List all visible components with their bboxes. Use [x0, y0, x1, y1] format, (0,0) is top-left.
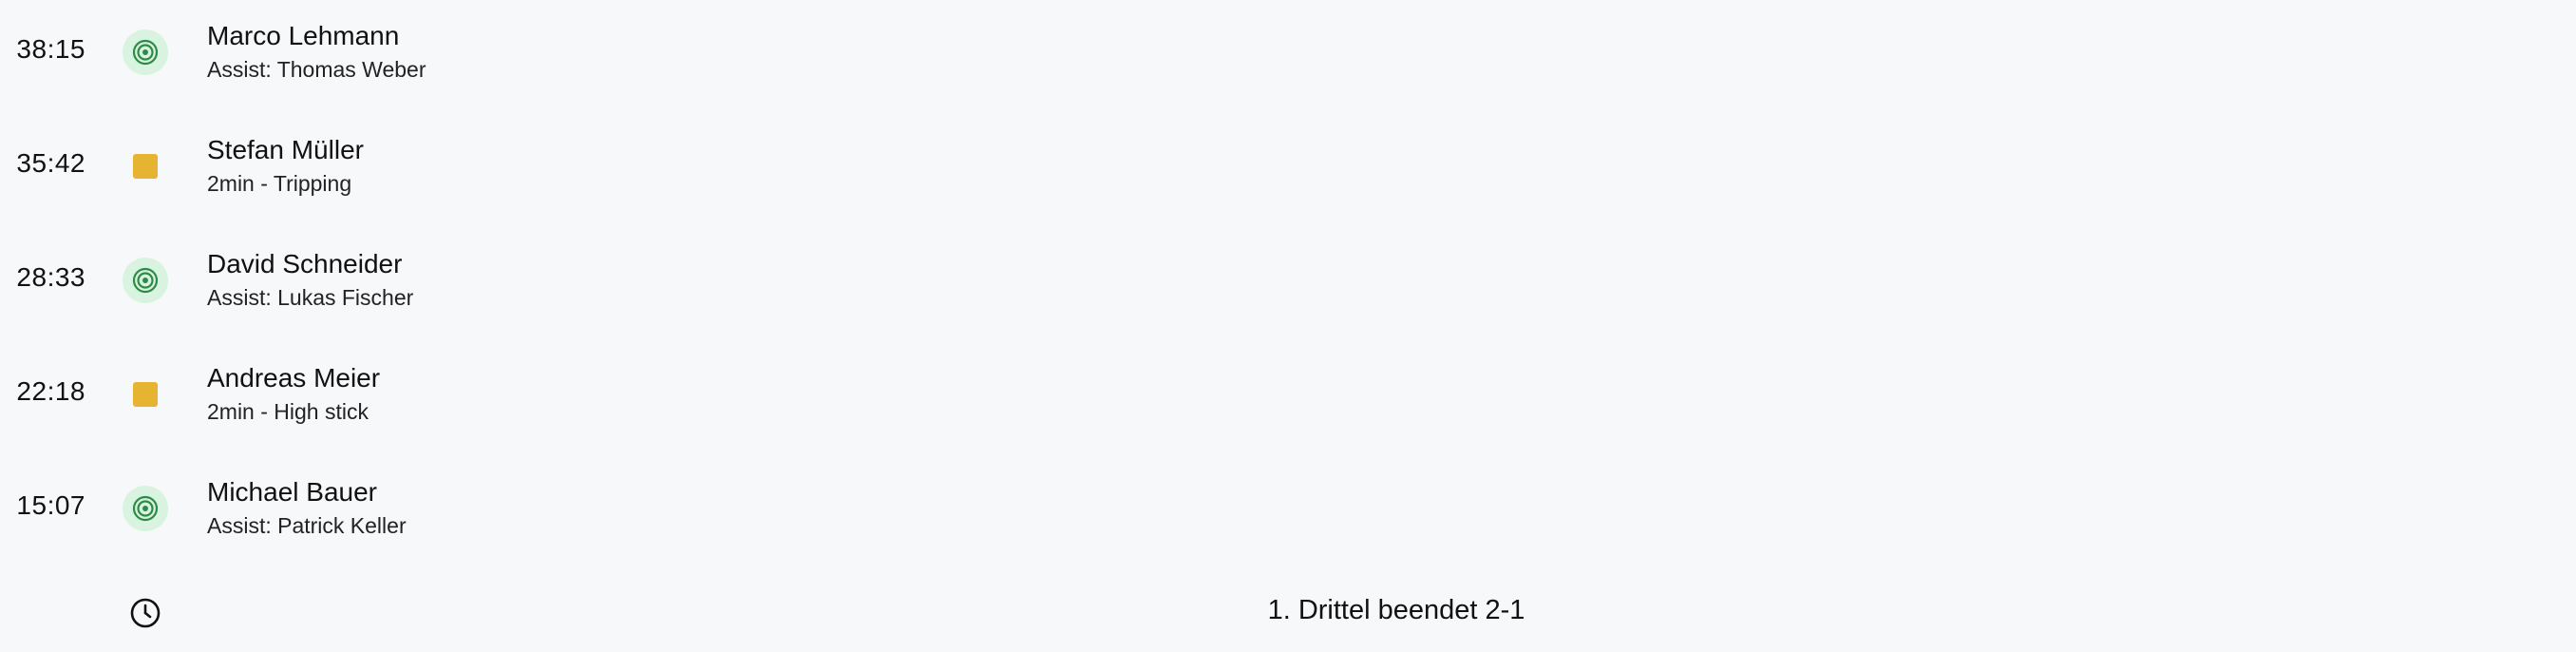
event-detail: Assist: Thomas Weber: [207, 57, 426, 82]
timeline-event-penalty: 35:42 Stefan Müller 2min - Tripping: [0, 116, 2576, 211]
player-name: David Schneider: [207, 249, 403, 278]
goal-target-icon: [122, 257, 169, 304]
timeline-event-goal: 38:15 Marco Lehmann Assist: Thomas Weber: [0, 2, 2576, 97]
event-time: 15:07: [16, 490, 85, 520]
player-name: Stefan Müller: [207, 135, 364, 164]
event-timeline: 38:15 Marco Lehmann Assist: Thomas Weber…: [0, 0, 2576, 652]
event-time: 35:42: [16, 148, 85, 178]
event-detail: Assist: Lukas Fischer: [207, 285, 414, 310]
player-name: Marco Lehmann: [207, 21, 400, 50]
event-detail: 2min - High stick: [207, 399, 369, 424]
penalty-square-icon: [122, 371, 169, 418]
timeline-event-penalty: 22:18 Andreas Meier 2min - High stick: [0, 344, 2576, 439]
timeline-event-goal: 15:07 Michael Bauer Assist: Patrick Kell…: [0, 458, 2576, 553]
event-time: 28:33: [16, 262, 85, 292]
event-time: 22:18: [16, 376, 85, 406]
goal-target-icon: [122, 485, 169, 532]
period-end-label: 1. Drittel beendet 2-1: [1267, 595, 1525, 625]
goal-target-icon: [122, 29, 169, 76]
period-end-row: 1. Drittel beendet 2-1: [0, 589, 2576, 637]
event-detail: Assist: Patrick Keller: [207, 513, 407, 538]
timeline-event-goal: 28:33 David Schneider Assist: Lukas Fisc…: [0, 230, 2576, 325]
event-detail: 2min - Tripping: [207, 171, 352, 196]
event-time: 38:15: [16, 34, 85, 64]
player-name: Michael Bauer: [207, 477, 377, 507]
player-name: Andreas Meier: [207, 363, 381, 393]
penalty-square-icon: [122, 143, 169, 190]
